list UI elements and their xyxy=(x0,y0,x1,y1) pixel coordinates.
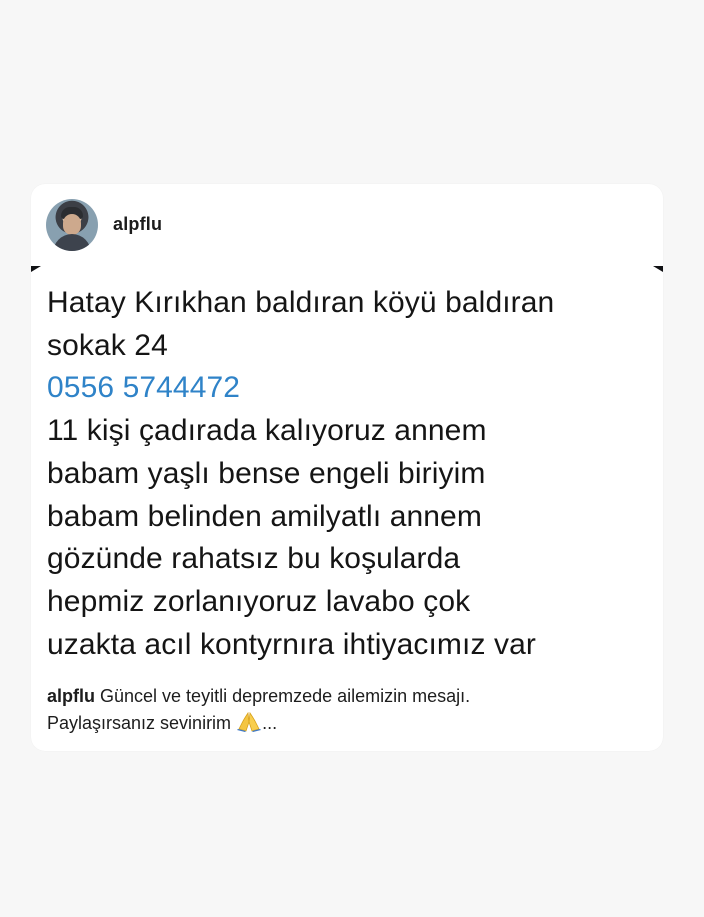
message-line: 11 kişi çadırada kalıyoruz annem xyxy=(47,414,487,448)
message-line: hepmiz zorlanıyoruz lavabo çok xyxy=(47,584,471,618)
message-line: babam belinden amilyatlı annem xyxy=(47,499,482,533)
message-text: Hatay Kırıkhan baldıran köyü baldıran so… xyxy=(47,282,647,666)
post-header: alpflu xyxy=(31,184,663,264)
caption-username[interactable]: alpflu xyxy=(47,686,95,706)
avatar[interactable] xyxy=(46,199,98,251)
message-line: Hatay Kırıkhan baldıran köyü baldıran xyxy=(47,286,555,319)
message-line: gözünde rahatsız bu koşularda xyxy=(47,542,461,576)
caption-more-link[interactable]: ... xyxy=(262,713,277,733)
post-card: alpflu Hatay Kırıkhan baldıran köyü bald… xyxy=(31,184,663,751)
post-caption: alpflu Güncel ve teyitli depremzede aile… xyxy=(47,684,647,736)
screenshot-corner-left xyxy=(31,266,41,272)
shared-message-screenshot: Hatay Kırıkhan baldıran köyü baldıran so… xyxy=(31,264,663,674)
screenshot-corner-right xyxy=(653,266,663,272)
message-line: uzakta acıl kontyrnıra ihtiyacımız var xyxy=(47,627,536,661)
caption-text: Güncel ve teyitli depremzede ailemizin m… xyxy=(100,686,471,706)
caption-second-line: Paylaşırsanız sevinirim ... xyxy=(47,709,647,736)
avatar-face-shape xyxy=(63,214,81,235)
post-username[interactable]: alpflu xyxy=(113,214,162,235)
avatar-body-shape xyxy=(53,234,91,251)
message-line: babam yaşlı bense engeli biriyim xyxy=(47,456,486,490)
message-line: sokak 24 xyxy=(47,328,168,362)
folded-hands-icon xyxy=(236,711,262,732)
caption-text-continuation: Paylaşırsanız sevinirim xyxy=(47,713,232,733)
caption-first-line: alpflu Güncel ve teyitli depremzede aile… xyxy=(47,684,647,709)
phone-number-link[interactable]: 0556 5744472 xyxy=(47,367,647,410)
